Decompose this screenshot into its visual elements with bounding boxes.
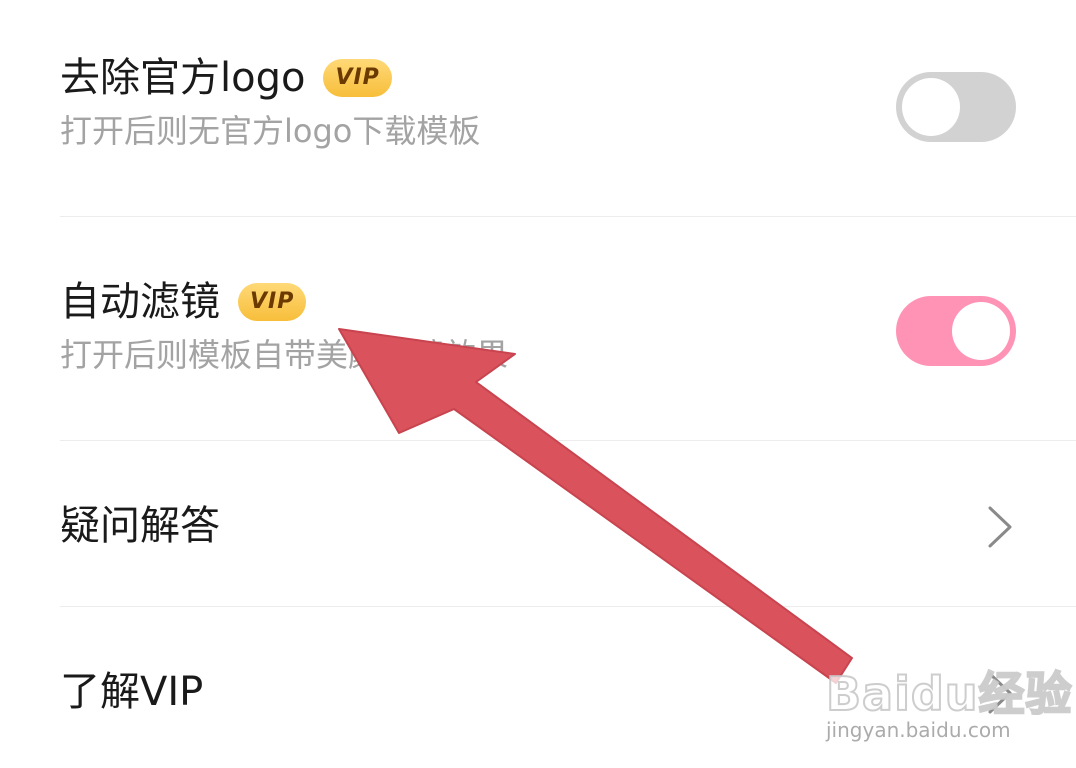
toggle-knob — [902, 78, 960, 136]
menu-item-about-vip[interactable]: 了解VIP — [60, 670, 1076, 714]
faq-title: 疑问解答 — [60, 503, 220, 549]
divider — [60, 606, 1076, 607]
remove-logo-title: 去除官方logo — [60, 55, 306, 101]
about-vip-title: 了解VIP — [60, 669, 204, 715]
chevron-right-icon[interactable] — [982, 668, 1018, 718]
auto-filter-title: 自动滤镜 — [60, 279, 220, 325]
toggle-knob — [952, 302, 1010, 360]
vip-badge: VIP — [323, 59, 392, 97]
auto-filter-toggle[interactable] — [896, 296, 1016, 366]
divider — [60, 440, 1076, 441]
watermark-url: jingyan.baidu.com — [826, 718, 1011, 742]
divider — [60, 216, 1076, 217]
vip-badge: VIP — [238, 283, 307, 321]
chevron-right-icon[interactable] — [982, 502, 1018, 552]
menu-item-faq[interactable]: 疑问解答 — [60, 504, 1076, 548]
remove-logo-toggle[interactable] — [896, 72, 1016, 142]
